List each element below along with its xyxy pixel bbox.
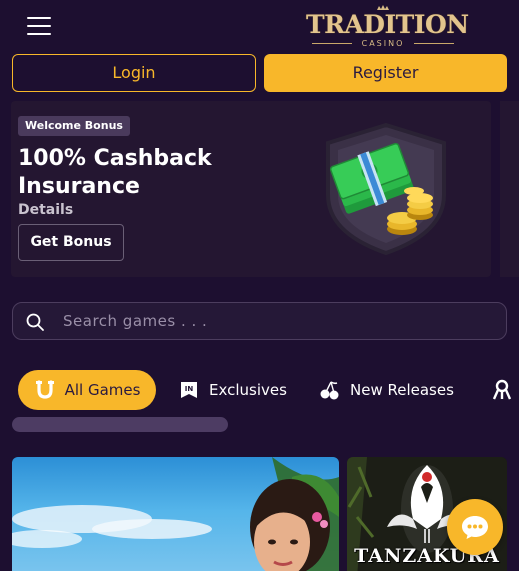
promo-title: 100% Cashback Insurance — [18, 146, 212, 199]
svg-text:IN: IN — [185, 385, 194, 393]
tab-more-category[interactable] — [490, 370, 519, 410]
tab-exclusives[interactable]: IN Exclusives — [178, 370, 287, 410]
promo-badge: Welcome Bonus — [18, 116, 130, 136]
category-tabs: All Games IN Exclusives New Releases — [0, 370, 519, 410]
top-header: TRADITION CASINO — [0, 0, 519, 54]
promo-details-link[interactable]: Details — [18, 202, 73, 218]
horseshoe-icon — [35, 380, 54, 399]
chat-bubble-icon — [462, 516, 488, 539]
tab-label: New Releases — [350, 381, 454, 399]
more-category-icon — [492, 379, 512, 400]
game-search — [12, 302, 507, 340]
register-button[interactable]: Register — [264, 54, 507, 92]
get-bonus-button[interactable]: Get Bonus — [18, 224, 124, 261]
tab-all-games[interactable]: All Games — [18, 370, 156, 410]
game-thumbnail — [12, 457, 339, 571]
exclusive-badge-icon: IN — [181, 382, 197, 398]
login-button[interactable]: Login — [12, 54, 256, 92]
live-chat-button[interactable] — [447, 499, 503, 555]
logo-divider — [414, 43, 454, 44]
tab-new-releases[interactable]: New Releases — [319, 370, 454, 410]
tab-label: Exclusives — [209, 381, 287, 399]
search-input[interactable] — [63, 304, 483, 338]
logo-text: TRADITION — [306, 10, 469, 39]
casino-logo[interactable]: TRADITION CASINO — [306, 5, 469, 48]
search-icon[interactable] — [25, 312, 45, 332]
game-tile[interactable] — [12, 457, 339, 571]
cash-shield-icon — [326, 122, 446, 256]
tabs-scrollbar[interactable] — [12, 417, 228, 432]
cherries-icon — [320, 381, 339, 400]
tab-label: All Games — [64, 381, 141, 399]
hamburger-menu-icon[interactable] — [27, 17, 51, 36]
promo-banner[interactable]: Welcome Bonus 100% Cashback Insurance De… — [11, 101, 491, 277]
next-promo-slide[interactable] — [497, 101, 519, 277]
